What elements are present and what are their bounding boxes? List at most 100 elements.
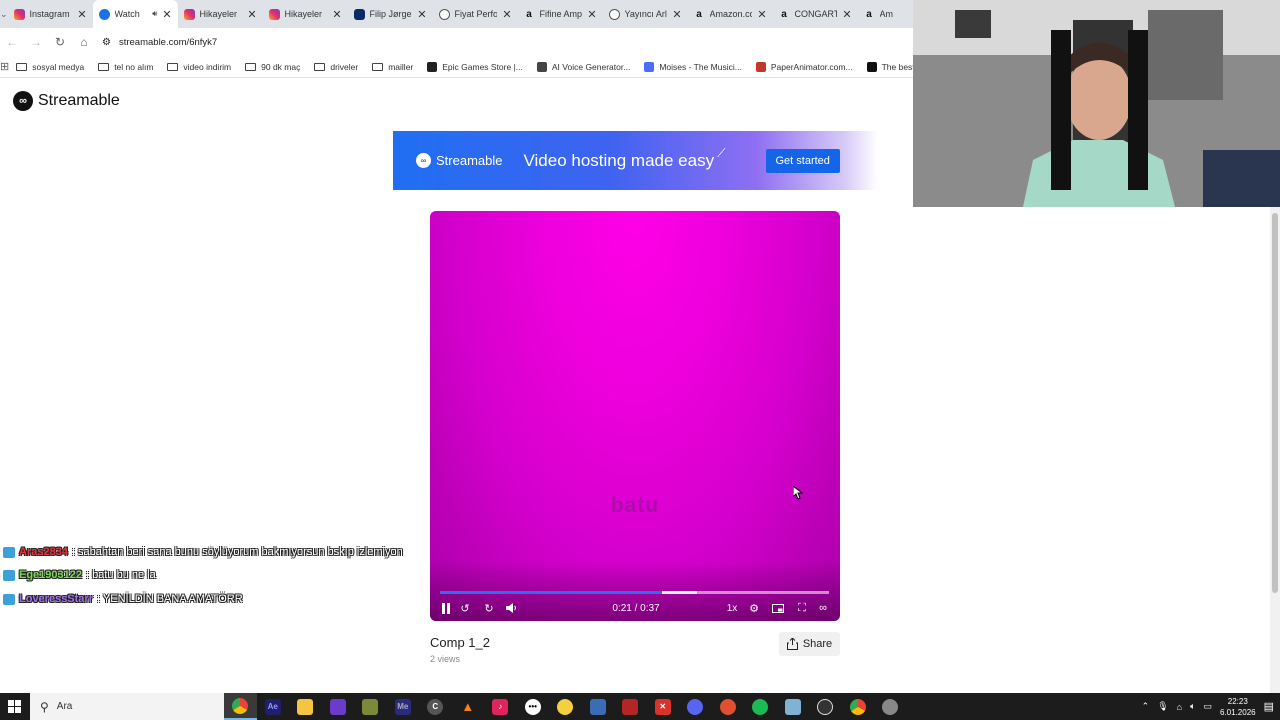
pause-icon[interactable] xyxy=(439,600,453,616)
amazon-icon: a xyxy=(866,8,872,20)
chat-app-icon[interactable]: ••• xyxy=(517,693,550,720)
clock-date: 6.01.2026 xyxy=(1220,707,1256,717)
chat-badge-icon xyxy=(3,569,15,581)
vlc-icon[interactable]: ▲ xyxy=(452,693,485,720)
picture-in-picture-icon[interactable] xyxy=(771,600,785,616)
tab-audio-icon[interactable]: 🔊︎ xyxy=(152,9,157,19)
bookmark-7[interactable]: AI Voice Generator... xyxy=(530,61,637,72)
mouse-cursor-icon xyxy=(793,486,803,500)
get-started-button[interactable]: Get started xyxy=(765,148,840,173)
vpn-icon[interactable] xyxy=(322,693,355,720)
taskbar-search[interactable]: ⚲ Ara xyxy=(30,693,224,720)
tab-0[interactable]: Instagram ✕ xyxy=(8,0,93,28)
tab-close-icon[interactable]: ✕ xyxy=(247,8,256,21)
app-icon[interactable] xyxy=(354,693,387,720)
back-icon[interactable]: ← xyxy=(0,35,24,49)
chatgpt-icon[interactable] xyxy=(874,693,907,720)
tab-close-icon[interactable]: ✕ xyxy=(162,8,171,21)
discord-icon[interactable] xyxy=(679,693,712,720)
tab-5[interactable]: Fiyat Perfo ✕ xyxy=(433,0,518,28)
settings-gear-icon[interactable]: ⚙ xyxy=(747,600,761,616)
tiktok-icon[interactable]: ♪ xyxy=(484,693,517,720)
display-icon[interactable]: ▭ xyxy=(1203,701,1212,712)
tab-close-icon[interactable]: ✕ xyxy=(587,8,596,21)
bookmark-2[interactable]: video indirim xyxy=(160,62,238,72)
taskbar-clock[interactable]: 22:23 6.01.2026 xyxy=(1220,696,1256,718)
home-icon[interactable]: ⌂ xyxy=(72,35,96,49)
media-encoder-icon[interactable]: Me xyxy=(387,693,420,720)
playback-speed-button[interactable]: 1x xyxy=(724,600,740,616)
notifications-icon[interactable]: ▤ xyxy=(1264,700,1274,713)
windows-start-icon[interactable] xyxy=(8,700,21,718)
streamable-logo[interactable]: ∞ Streamable xyxy=(13,91,120,111)
tab-close-icon[interactable]: ✕ xyxy=(757,8,766,21)
video-player[interactable]: batu ↺ ↻ 0:21 / 0:37 1x ⚙ ⛶ ∞ xyxy=(430,211,840,621)
tab-2[interactable]: Hikayeler ✕ xyxy=(178,0,263,28)
bookmark-3[interactable]: 90 dk maç xyxy=(238,62,307,72)
game-app-icon[interactable] xyxy=(614,693,647,720)
streamable-icon xyxy=(98,8,110,20)
speaker-icon[interactable]: 🔈︎ xyxy=(1190,701,1195,712)
tab-3[interactable]: Hikayeler ✕ xyxy=(263,0,348,28)
page-scrollbar[interactable] xyxy=(1270,207,1280,693)
spotify-icon[interactable] xyxy=(744,693,777,720)
folder-icon xyxy=(245,62,257,71)
bookmarks-bar: ⊞ sosyal medya tel no alım video indirim 90… xyxy=(0,56,948,78)
video-progress-bar[interactable] xyxy=(440,591,829,594)
notes-icon[interactable] xyxy=(777,693,810,720)
chrome-alt-icon[interactable] xyxy=(842,693,875,720)
share-button[interactable]: Share xyxy=(779,632,840,656)
site-info-icon[interactable]: ⚙ xyxy=(102,37,111,48)
streamable-player-icon[interactable]: ∞ xyxy=(816,600,830,616)
apps-icon[interactable]: ⊞ xyxy=(0,60,9,73)
tab-close-icon[interactable]: ✕ xyxy=(332,8,341,21)
tab-search-icon[interactable]: ⌄ xyxy=(0,9,8,20)
photo-app-icon[interactable] xyxy=(582,693,615,720)
tray-chevron-icon[interactable]: ⌃ xyxy=(1142,701,1150,712)
bookmark-favicon-icon xyxy=(644,61,655,72)
obs-icon[interactable] xyxy=(809,693,842,720)
tab-close-icon[interactable]: ✕ xyxy=(502,8,511,21)
bookmark-5[interactable]: mailler xyxy=(365,62,420,72)
bookmark-4[interactable]: driveler xyxy=(307,62,365,72)
tab-close-icon[interactable]: ✕ xyxy=(77,8,86,21)
bookmark-9[interactable]: PaperAnimator.com... xyxy=(749,61,860,72)
tab-8[interactable]: a Amazon.co ✕ xyxy=(688,0,773,28)
scrollbar-thumb[interactable] xyxy=(1272,213,1278,593)
tab-9[interactable]: a CONGART ✕ xyxy=(773,0,858,28)
tab-close-icon[interactable]: ✕ xyxy=(417,8,426,21)
bookmark-favicon-icon xyxy=(427,61,438,72)
tab-close-icon[interactable]: ✕ xyxy=(672,8,681,21)
file-explorer-icon[interactable] xyxy=(289,693,322,720)
forward-skip-icon[interactable]: ↻ xyxy=(482,600,496,616)
tab-title: Fiyat Perfo xyxy=(454,9,498,19)
bookmark-1[interactable]: tel no alım xyxy=(91,62,160,72)
bookmark-8[interactable]: Moises - The Musici... xyxy=(637,61,749,72)
banner-ad[interactable]: ∞ Streamable Video hosting made easy ⟋ G… xyxy=(393,131,878,190)
forward-icon[interactable]: → xyxy=(24,35,48,49)
tab-4[interactable]: Filip Jørge ✕ xyxy=(348,0,433,28)
tab-close-icon[interactable]: ✕ xyxy=(842,8,851,21)
bookmark-label: Moises - The Musici... xyxy=(659,61,742,72)
volume-icon[interactable] xyxy=(504,600,518,616)
tab-7[interactable]: Yayıncı Arl ✕ xyxy=(603,0,688,28)
fullscreen-icon[interactable]: ⛶ xyxy=(795,600,809,616)
network-icon[interactable]: ⌂ xyxy=(1177,702,1182,712)
tab-1[interactable]: Watch 🔊︎ ✕ xyxy=(92,0,178,28)
app-c-icon[interactable]: C xyxy=(419,693,452,720)
rewind-icon[interactable]: ↺ xyxy=(458,600,472,616)
bookmark-0[interactable]: sosyal medya xyxy=(9,62,91,72)
address-bar[interactable]: ⚙ streamable.com/6nfyk7 xyxy=(102,37,217,48)
app-red-icon[interactable] xyxy=(712,693,745,720)
tab-title: Watch xyxy=(114,9,140,19)
reload-icon[interactable]: ↻ xyxy=(48,35,72,49)
after-effects-icon[interactable]: Ae xyxy=(257,693,290,720)
tab-6[interactable]: a Fifine Amp ✕ xyxy=(518,0,603,28)
bookmark-6[interactable]: Epic Games Store |... xyxy=(420,61,530,72)
close-app-icon[interactable]: ✕ xyxy=(647,693,680,720)
chat-badge-icon xyxy=(3,546,15,558)
maps-pin-icon[interactable] xyxy=(549,693,582,720)
chrome-taskbar-icon[interactable] xyxy=(224,693,257,720)
folder-icon xyxy=(372,62,384,71)
microphone-icon[interactable]: 🎙︎ xyxy=(1157,701,1168,712)
